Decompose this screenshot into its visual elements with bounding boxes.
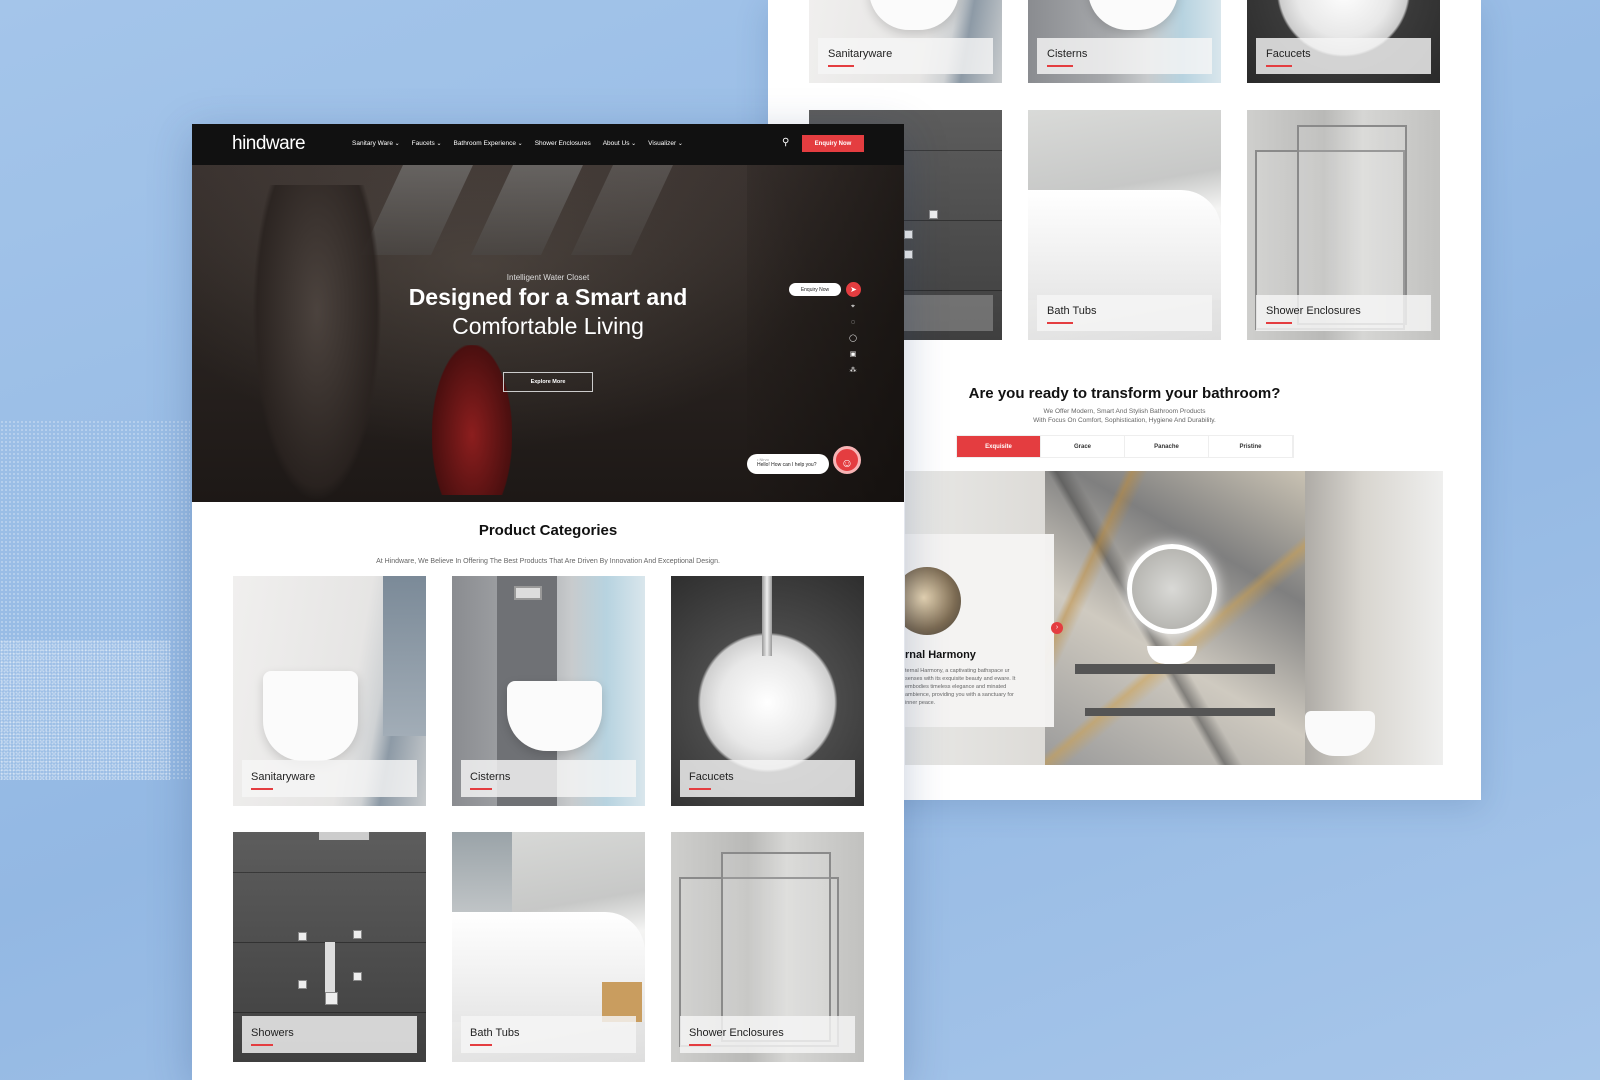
section-title: Product Categories	[478, 522, 618, 539]
collection-thumbnail	[905, 567, 961, 635]
main-menu: Sanitary Ware Faucets Bathroom Experienc…	[352, 140, 683, 147]
back-card-label: Shower Enclosures	[1256, 295, 1431, 331]
nav-item-visualizer[interactable]: Visualizer	[648, 140, 683, 147]
back-card-label: Bath Tubs	[1037, 295, 1212, 331]
nav-item-shower-enclosures[interactable]: Shower Enclosures	[535, 140, 591, 147]
catalog-icon[interactable]: ▣	[848, 351, 858, 359]
category-label: Cisterns	[461, 760, 636, 797]
nav-item-sanitary-ware[interactable]: Sanitary Ware	[352, 140, 400, 147]
chatbot-icon[interactable]: ☺	[833, 446, 861, 474]
network-icon[interactable]: ⁂	[848, 367, 858, 375]
tab-grace[interactable]: Grace	[1041, 436, 1125, 457]
collection-tabs: Exquisite Grace Panache Pristine	[956, 435, 1294, 458]
category-card-sanitaryware[interactable]: Sanitaryware	[233, 576, 426, 806]
category-card-cisterns[interactable]: Cisterns	[452, 576, 645, 806]
nav-item-faucets[interactable]: Faucets	[412, 140, 442, 147]
chat-message: Hello! How can I help you?	[757, 462, 817, 468]
category-label: Sanitaryware	[242, 760, 417, 797]
explore-more-button[interactable]: Explore More	[503, 372, 593, 392]
collection-info-card: rnal Harmony ternal Harmony, a captivati…	[905, 534, 1054, 727]
back-card-sanitaryware[interactable]: Sanitaryware	[809, 0, 1002, 83]
back-card-faucets[interactable]: Facucets	[1247, 0, 1440, 83]
nav-item-bathroom-experience[interactable]: Bathroom Experience	[453, 140, 522, 147]
brand-logo[interactable]: hindware	[232, 133, 306, 155]
mirror-graphic	[1127, 544, 1217, 634]
location-icon[interactable]: ⌖	[848, 303, 858, 311]
hero-kicker: Intelligent Water Closet	[506, 273, 590, 282]
back-card-label: Cisterns	[1037, 38, 1212, 74]
collection-description: ternal Harmony, a captivating bathspace …	[905, 668, 1016, 706]
front-page-preview: hindware Sanitary Ware Faucets Bathroom …	[192, 124, 904, 1080]
search-icon[interactable]: ⚲	[782, 137, 794, 149]
category-label: Shower Enclosures	[680, 1016, 855, 1053]
chat-bubble[interactable]: • Nirvo Hello! How can I help you?	[747, 454, 829, 474]
chat-icon[interactable]: ◌	[848, 319, 858, 327]
hero-headline-light: Comfortable Living	[452, 313, 644, 339]
nav-item-about-us[interactable]: About Us	[603, 140, 636, 147]
tab-panache[interactable]: Panache	[1125, 436, 1209, 457]
enquiry-now-button[interactable]: Enquiry Now	[802, 135, 864, 152]
side-icon-bar: ⌖ ◌ ◯ ▣ ⁂	[848, 303, 858, 375]
next-arrow-icon[interactable]: ›	[1051, 622, 1063, 634]
back-card-bath-tubs[interactable]: Bath Tubs	[1028, 110, 1221, 340]
tab-pristine[interactable]: Pristine	[1209, 436, 1293, 457]
tab-exquisite[interactable]: Exquisite	[957, 436, 1041, 457]
back-card-label: Facucets	[1256, 38, 1431, 74]
collection-title: rnal Harmony	[905, 649, 976, 661]
category-card-shower-enclosures[interactable]: Shower Enclosures	[671, 832, 864, 1062]
hero-photo-woman	[432, 345, 512, 495]
whatsapp-icon[interactable]: ◯	[848, 335, 858, 343]
category-label: Facucets	[680, 760, 855, 797]
hero-banner: Intelligent Water Closet Designed for a …	[192, 165, 904, 502]
category-label: Bath Tubs	[461, 1016, 636, 1053]
send-icon[interactable]: ➤	[846, 282, 861, 297]
hero-photo-man	[252, 185, 382, 502]
collection-showcase-image: rnal Harmony ternal Harmony, a captivati…	[905, 471, 1443, 765]
back-card-cisterns[interactable]: Cisterns	[1028, 0, 1221, 83]
section-subtitle: At Hindware, We Believe In Offering The …	[376, 558, 720, 565]
floating-enquiry-label[interactable]: Enquiry Now	[789, 283, 841, 296]
category-label: Showers	[242, 1016, 417, 1053]
category-card-faucets[interactable]: Facucets	[671, 576, 864, 806]
category-card-showers[interactable]: Showers	[233, 832, 426, 1062]
category-card-bath-tubs[interactable]: Bath Tubs	[452, 832, 645, 1062]
top-navbar: hindware Sanitary Ware Faucets Bathroom …	[192, 124, 904, 165]
back-card-label: Sanitaryware	[818, 38, 993, 74]
back-card-shower-enclosures[interactable]: Shower Enclosures	[1247, 110, 1440, 340]
dotted-pattern-2	[0, 640, 170, 780]
